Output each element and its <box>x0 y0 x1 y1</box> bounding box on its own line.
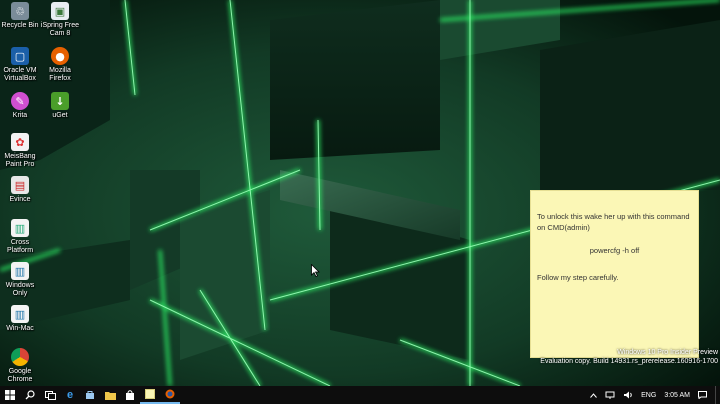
desktop-icon-label: Mozilla Firefox <box>49 67 71 82</box>
firefox-icon: ● <box>51 47 69 65</box>
volume-button[interactable] <box>619 391 637 399</box>
sticky-note-command: powercfg -h off <box>589 246 640 255</box>
show-desktop-button[interactable] <box>715 386 720 404</box>
search-icon <box>25 390 35 400</box>
task-view-icon <box>44 391 56 400</box>
edge-icon: e <box>66 389 74 401</box>
desktop-icon-label: iSpring Free Cam 8 <box>40 22 80 37</box>
virtualbox-icon: ▢ <box>11 47 29 65</box>
krita-icon: ✎ <box>11 92 29 110</box>
document-icon: ▥ <box>11 305 29 323</box>
desktop-icon-label: Oracle VM VirtualBox <box>3 67 37 82</box>
desktop-icon-windows-only[interactable]: ▥ Windows Only <box>0 262 40 298</box>
language-indicator[interactable]: ENG <box>637 392 660 399</box>
document-icon: ▥ <box>11 219 29 237</box>
action-center-button[interactable] <box>694 391 711 399</box>
firefox-icon <box>165 389 175 399</box>
sticky-notes-icon <box>145 389 155 399</box>
network-icon <box>605 391 615 399</box>
start-icon <box>5 390 15 400</box>
desktop-icon-label: Windows Only <box>5 282 35 297</box>
watermark-build: Evaluation copy. Build 14931.rs_prerelea… <box>540 358 718 365</box>
network-button[interactable] <box>601 391 619 399</box>
sticky-notes-button[interactable] <box>140 386 160 404</box>
tray-overflow-button[interactable] <box>586 392 601 398</box>
speaker-icon <box>624 391 632 399</box>
desktop-icon-recycle-bin[interactable]: ♲ Recycle Bin <box>0 2 40 30</box>
desktop-icon-label: Recycle Bin <box>1 22 39 29</box>
desktop: ♲ Recycle Bin ▣ iSpring Free Cam 8 ▢ Ora… <box>0 0 720 386</box>
desktop-icon-evince[interactable]: ▤ Evince <box>0 176 40 204</box>
desktop-icon-ispring[interactable]: ▣ iSpring Free Cam 8 <box>40 2 80 38</box>
uget-icon: ↓ <box>51 92 69 110</box>
desktop-icon-firefox[interactable]: ● Mozilla Firefox <box>40 47 80 83</box>
document-icon: ▥ <box>11 262 29 280</box>
desktop-icon-label: uGet <box>52 112 68 119</box>
taskbar: e ENG 3:05 AM <box>0 386 720 404</box>
desktop-icon-cross-platform[interactable]: ▥ Cross Platform <box>0 219 40 255</box>
desktop-icon-uget[interactable]: ↓ uGet <box>40 92 80 120</box>
store-bag-icon <box>126 390 134 400</box>
desktop-icon-win-mac[interactable]: ▥ Win-Mac <box>0 305 40 333</box>
firefox-taskbar-button[interactable] <box>160 386 180 404</box>
evince-icon: ▤ <box>11 176 29 194</box>
task-view-button[interactable] <box>40 386 60 404</box>
start-button[interactable] <box>0 386 20 404</box>
desktop-icon-krita[interactable]: ✎ Krita <box>0 92 40 120</box>
store-button[interactable] <box>80 386 100 404</box>
system-tray: ENG 3:05 AM <box>586 386 720 404</box>
desktop-icon-chrome[interactable]: Google Chrome <box>0 348 40 384</box>
search-button[interactable] <box>20 386 40 404</box>
store-icon <box>86 391 94 399</box>
notification-icon <box>698 391 707 399</box>
clock[interactable]: 3:05 AM <box>660 392 694 399</box>
desktop-icon-paint[interactable]: ✿ MeisBang Paint Pro <box>0 133 40 169</box>
desktop-icon-label: Evince <box>9 196 31 203</box>
desktop-icon-virtualbox[interactable]: ▢ Oracle VM VirtualBox <box>0 47 40 83</box>
sticky-note-followup: Follow my step carefully. <box>537 273 619 282</box>
file-explorer-icon <box>104 391 116 400</box>
sticky-note-instruction: To unlock this wake her up with this com… <box>537 212 690 232</box>
os-watermark: Windows 10 Pro Insider Preview Evaluatio… <box>540 348 718 366</box>
chrome-icon <box>11 348 29 366</box>
desktop-icon-label: Google Chrome <box>7 368 33 383</box>
sticky-note[interactable]: To unlock this wake her up with this com… <box>530 190 699 358</box>
recycle-bin-icon: ♲ <box>11 2 29 20</box>
watermark-edition: Windows 10 Pro Insider Preview <box>617 349 718 356</box>
ispring-cam-icon: ▣ <box>51 2 69 20</box>
chevron-up-icon <box>590 392 598 398</box>
store-bag-button[interactable] <box>120 386 140 404</box>
desktop-icon-label: Cross Platform <box>6 239 34 254</box>
edge-button[interactable]: e <box>60 386 80 404</box>
desktop-icon-label: MeisBang Paint Pro <box>4 153 36 168</box>
desktop-icon-label: Win-Mac <box>6 325 34 332</box>
paint-icon: ✿ <box>11 133 29 151</box>
file-explorer-button[interactable] <box>100 386 120 404</box>
desktop-icon-label: Krita <box>12 112 28 119</box>
mouse-cursor-icon <box>311 264 320 277</box>
